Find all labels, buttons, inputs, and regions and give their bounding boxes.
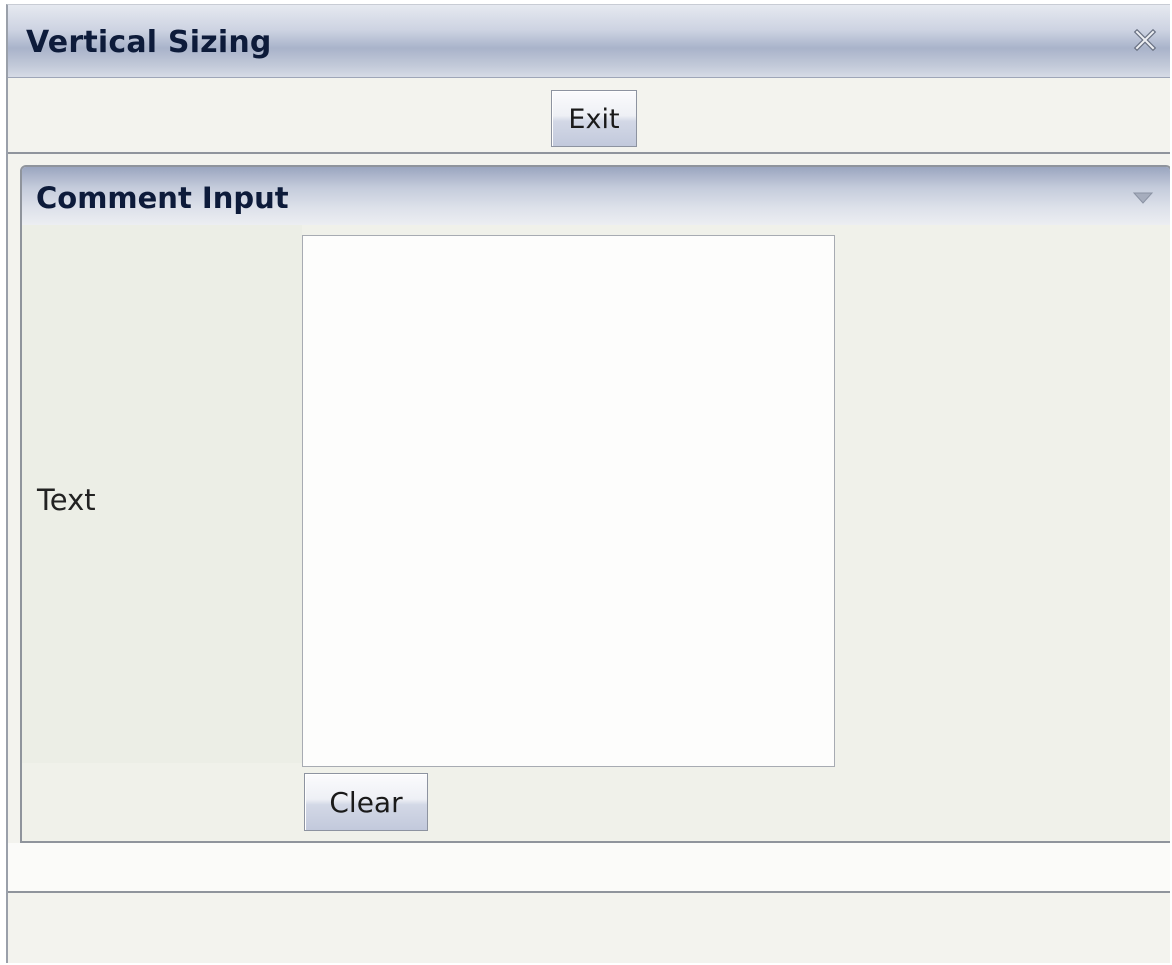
exit-button[interactable]: Exit — [551, 90, 637, 147]
status-bar — [8, 891, 1170, 963]
panel-title: Comment Input — [36, 181, 289, 215]
app-window: Vertical Sizing Exit Comment Input Text … — [6, 4, 1170, 963]
panel-header[interactable]: Comment Input — [22, 167, 1170, 225]
clear-button[interactable]: Clear — [304, 773, 428, 831]
title-bar: Vertical Sizing — [8, 5, 1170, 78]
spacer-area — [8, 843, 1170, 891]
triangle-down-icon[interactable] — [1132, 191, 1154, 205]
close-icon[interactable] — [1132, 27, 1158, 53]
toolbar: Exit — [8, 78, 1170, 154]
window-title: Vertical Sizing — [26, 25, 272, 60]
text-area[interactable] — [302, 235, 835, 767]
text-field-label: Text — [37, 483, 96, 517]
comment-input-panel: Comment Input Text Clear — [20, 165, 1170, 843]
